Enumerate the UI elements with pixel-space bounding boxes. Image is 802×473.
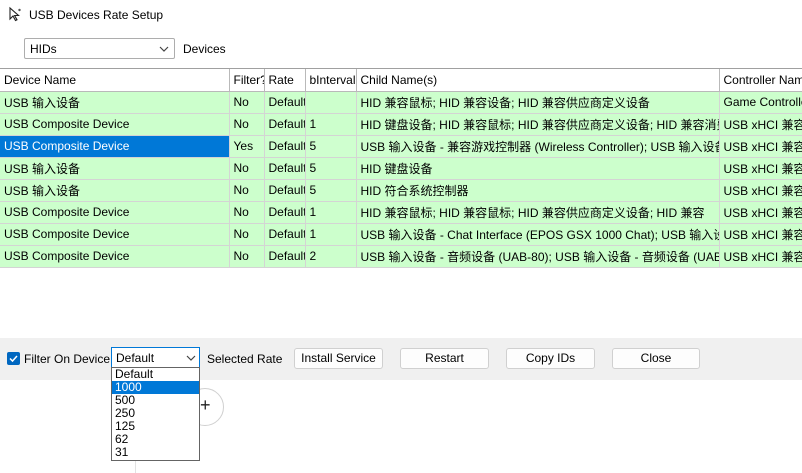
cell-device-name[interactable]: USB 输入设备: [0, 179, 230, 202]
column-header-rate[interactable]: Rate: [264, 69, 306, 92]
cell-binterval[interactable]: 5: [305, 179, 357, 202]
cell-filter[interactable]: Yes: [229, 135, 265, 158]
install-service-button[interactable]: Install Service: [294, 348, 383, 369]
table-row[interactable]: USB Composite Device No Default 2 USB 输入…: [0, 245, 802, 268]
cell-child-names[interactable]: USB 输入设备 - 兼容游戏控制器 (Wireless Controller)…: [356, 135, 720, 158]
column-header-child-names[interactable]: Child Name(s): [356, 69, 720, 92]
cell-binterval[interactable]: 5: [305, 157, 357, 180]
cell-device-name[interactable]: USB Composite Device: [0, 135, 230, 158]
devices-label: Devices: [183, 42, 226, 56]
rate-select[interactable]: Default: [111, 347, 200, 368]
cell-child-names[interactable]: HID 兼容鼠标; HID 兼容设备; HID 兼容供应商定义设备: [356, 91, 720, 114]
cell-device-name[interactable]: USB 输入设备: [0, 91, 230, 114]
cell-child-names[interactable]: HID 键盘设备: [356, 157, 720, 180]
cell-filter[interactable]: No: [229, 113, 265, 136]
devices-grid[interactable]: Device Name Filter? Rate bInterval Child…: [0, 68, 802, 338]
table-row[interactable]: USB 输入设备 No Default 5 HID 键盘设备 USB xHCI …: [0, 157, 802, 180]
device-type-value: HIDs: [30, 42, 57, 56]
cell-binterval[interactable]: 1: [305, 201, 357, 224]
plus-icon: +: [200, 395, 211, 415]
cell-device-name[interactable]: USB Composite Device: [0, 113, 230, 136]
cell-rate[interactable]: Default: [264, 245, 306, 268]
cell-filter[interactable]: No: [229, 157, 265, 180]
cell-binterval[interactable]: 1: [305, 113, 357, 136]
cell-device-name[interactable]: USB 输入设备: [0, 157, 230, 180]
cell-child-names[interactable]: USB 输入设备 - 音频设备 (UAB-80); USB 输入设备 - 音频设…: [356, 245, 720, 268]
cell-controller-name[interactable]: USB xHCI 兼容主机: [719, 179, 802, 202]
close-button[interactable]: Close: [612, 348, 700, 369]
filter-on-device-checkbox[interactable]: [7, 352, 20, 365]
table-row[interactable]: USB 输入设备 No Default 5 HID 符合系统控制器 USB xH…: [0, 179, 802, 202]
copy-ids-button[interactable]: Copy IDs: [506, 348, 595, 369]
column-header-controller-name[interactable]: Controller Name: [719, 69, 802, 92]
table-row[interactable]: USB 输入设备 No Default HID 兼容鼠标; HID 兼容设备; …: [0, 91, 802, 114]
cell-rate[interactable]: Default: [264, 135, 306, 158]
cell-filter[interactable]: No: [229, 179, 265, 202]
rate-dropdown-list[interactable]: Default 1000 500 250 125 62 31: [111, 367, 200, 461]
cell-device-name[interactable]: USB Composite Device: [0, 245, 230, 268]
cell-rate[interactable]: Default: [264, 223, 306, 246]
cell-device-name[interactable]: USB Composite Device: [0, 223, 230, 246]
device-type-select[interactable]: HIDs: [24, 38, 175, 59]
cell-controller-name[interactable]: Game Controller: [719, 91, 802, 114]
cell-rate[interactable]: Default: [264, 201, 306, 224]
cell-controller-name[interactable]: USB xHCI 兼容主机: [719, 135, 802, 158]
grid-header-row: Device Name Filter? Rate bInterval Child…: [0, 69, 802, 92]
cell-rate[interactable]: Default: [264, 157, 306, 180]
cell-controller-name[interactable]: USB xHCI 兼容主机: [719, 157, 802, 180]
cell-rate[interactable]: Default: [264, 91, 306, 114]
rate-option[interactable]: 31: [112, 446, 199, 459]
chevron-down-icon: [186, 355, 196, 361]
cell-filter[interactable]: No: [229, 91, 265, 114]
column-header-device-name[interactable]: Device Name: [0, 69, 230, 92]
cell-controller-name[interactable]: USB xHCI 兼容主机: [719, 245, 802, 268]
mouse-cursor-icon: [9, 6, 21, 22]
window-title: USB Devices Rate Setup: [29, 8, 164, 22]
cell-rate[interactable]: Default: [264, 179, 306, 202]
title-bar: USB Devices Rate Setup: [0, 0, 802, 30]
app-window: USB Devices Rate Setup HIDs Devices Devi…: [0, 0, 802, 473]
cell-filter[interactable]: No: [229, 245, 265, 268]
cell-binterval[interactable]: [305, 91, 357, 114]
column-header-binterval[interactable]: bInterval: [305, 69, 357, 92]
cell-child-names[interactable]: HID 兼容鼠标; HID 兼容鼠标; HID 兼容供应商定义设备; HID 兼…: [356, 201, 720, 224]
table-row[interactable]: USB Composite Device No Default 1 USB 输入…: [0, 223, 802, 246]
cell-device-name[interactable]: USB Composite Device: [0, 201, 230, 224]
cell-filter[interactable]: No: [229, 201, 265, 224]
cell-controller-name[interactable]: USB xHCI 兼容主机: [719, 113, 802, 136]
cell-controller-name[interactable]: USB xHCI 兼容主机: [719, 201, 802, 224]
column-header-filter[interactable]: Filter?: [229, 69, 265, 92]
table-row[interactable]: USB Composite Device No Default 1 HID 键盘…: [0, 113, 802, 136]
filter-strip: HIDs Devices: [0, 30, 802, 68]
cell-controller-name[interactable]: USB xHCI 兼容主机: [719, 223, 802, 246]
cell-rate[interactable]: Default: [264, 113, 306, 136]
table-row[interactable]: USB Composite Device No Default 1 HID 兼容…: [0, 201, 802, 224]
selected-rate-label: Selected Rate: [207, 352, 283, 366]
cell-filter[interactable]: No: [229, 223, 265, 246]
rate-select-value: Default: [116, 351, 155, 365]
table-row-selected[interactable]: USB Composite Device Yes Default 5 USB 输…: [0, 135, 802, 158]
cell-child-names[interactable]: HID 键盘设备; HID 兼容鼠标; HID 兼容供应商定义设备; HID 兼…: [356, 113, 720, 136]
restart-button[interactable]: Restart: [400, 348, 489, 369]
cell-binterval[interactable]: 2: [305, 245, 357, 268]
filter-on-device-label[interactable]: Filter On Device: [24, 352, 110, 366]
cell-child-names[interactable]: HID 符合系统控制器: [356, 179, 720, 202]
cell-child-names[interactable]: USB 输入设备 - Chat Interface (EPOS GSX 1000…: [356, 223, 720, 246]
chevron-down-icon: [159, 46, 169, 52]
cell-binterval[interactable]: 5: [305, 135, 357, 158]
cell-binterval[interactable]: 1: [305, 223, 357, 246]
checkmark-icon: [9, 355, 18, 363]
